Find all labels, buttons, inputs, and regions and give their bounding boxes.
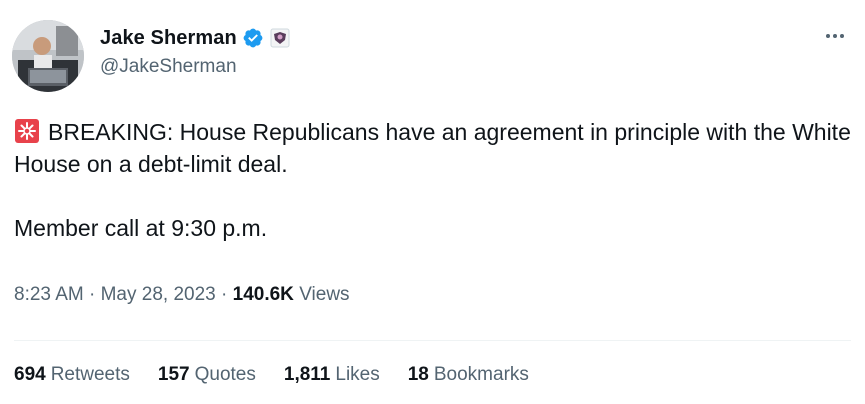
tweet-paragraph-1: BREAKING: House Republicans have an agre… [14,116,854,180]
retweets-count: 694 [14,364,46,385]
avatar-image [12,20,84,92]
more-dot-icon [826,34,830,38]
rotating-light-icon [14,118,40,144]
tweet-text: BREAKING: House Republicans have an agre… [14,116,854,244]
more-options-button[interactable] [819,24,851,48]
verified-badge-icon[interactable] [242,27,264,49]
likes-stat[interactable]: 1,811 Likes [284,364,380,386]
views-count: 140.6K [232,284,294,305]
display-name[interactable]: Jake Sherman [100,27,237,50]
quotes-count: 157 [157,364,190,385]
more-dot-icon [840,34,844,38]
tweet-time[interactable]: 8:23 AM [14,284,84,305]
quotes-stat[interactable]: 157 Quotes [158,364,256,386]
handle[interactable]: @JakeSherman [100,56,290,78]
name-row: Jake Sherman [100,24,290,52]
author-info: Jake Sherman @JakeSherman [100,24,290,78]
tweet-meta: 8:23 AM · May 28, 2023 · 140.6K Views [14,284,350,306]
avatar[interactable] [12,20,84,92]
retweets-stat[interactable]: 694 Retweets [14,364,130,386]
likes-count: 1,811 [283,364,331,385]
bookmarks-stat[interactable]: 18 Bookmarks [408,364,529,386]
views-label: Views [299,284,350,305]
tweet-card: Jake Sherman @JakeSherman BREAKING: Hous… [0,0,865,404]
engagement-stats: 694 Retweets 157 Quotes 1,811 Likes 18 Bookm… [14,364,557,386]
affiliate-badge-icon[interactable] [270,28,290,48]
tweet-line-1: BREAKING: House Republicans have an agre… [14,119,851,177]
meta-separator: · [221,284,228,305]
tweet-line-2: Member call at 9:30 p.m. [14,215,268,241]
divider [14,340,851,341]
likes-label: Likes [335,364,380,385]
tweet-date[interactable]: May 28, 2023 [101,284,216,305]
retweets-label: Retweets [50,364,130,385]
bookmarks-label: Bookmarks [433,364,529,385]
bookmarks-count: 18 [407,364,429,385]
quotes-label: Quotes [194,364,256,385]
meta-separator: · [89,284,96,305]
more-dot-icon [833,34,837,38]
